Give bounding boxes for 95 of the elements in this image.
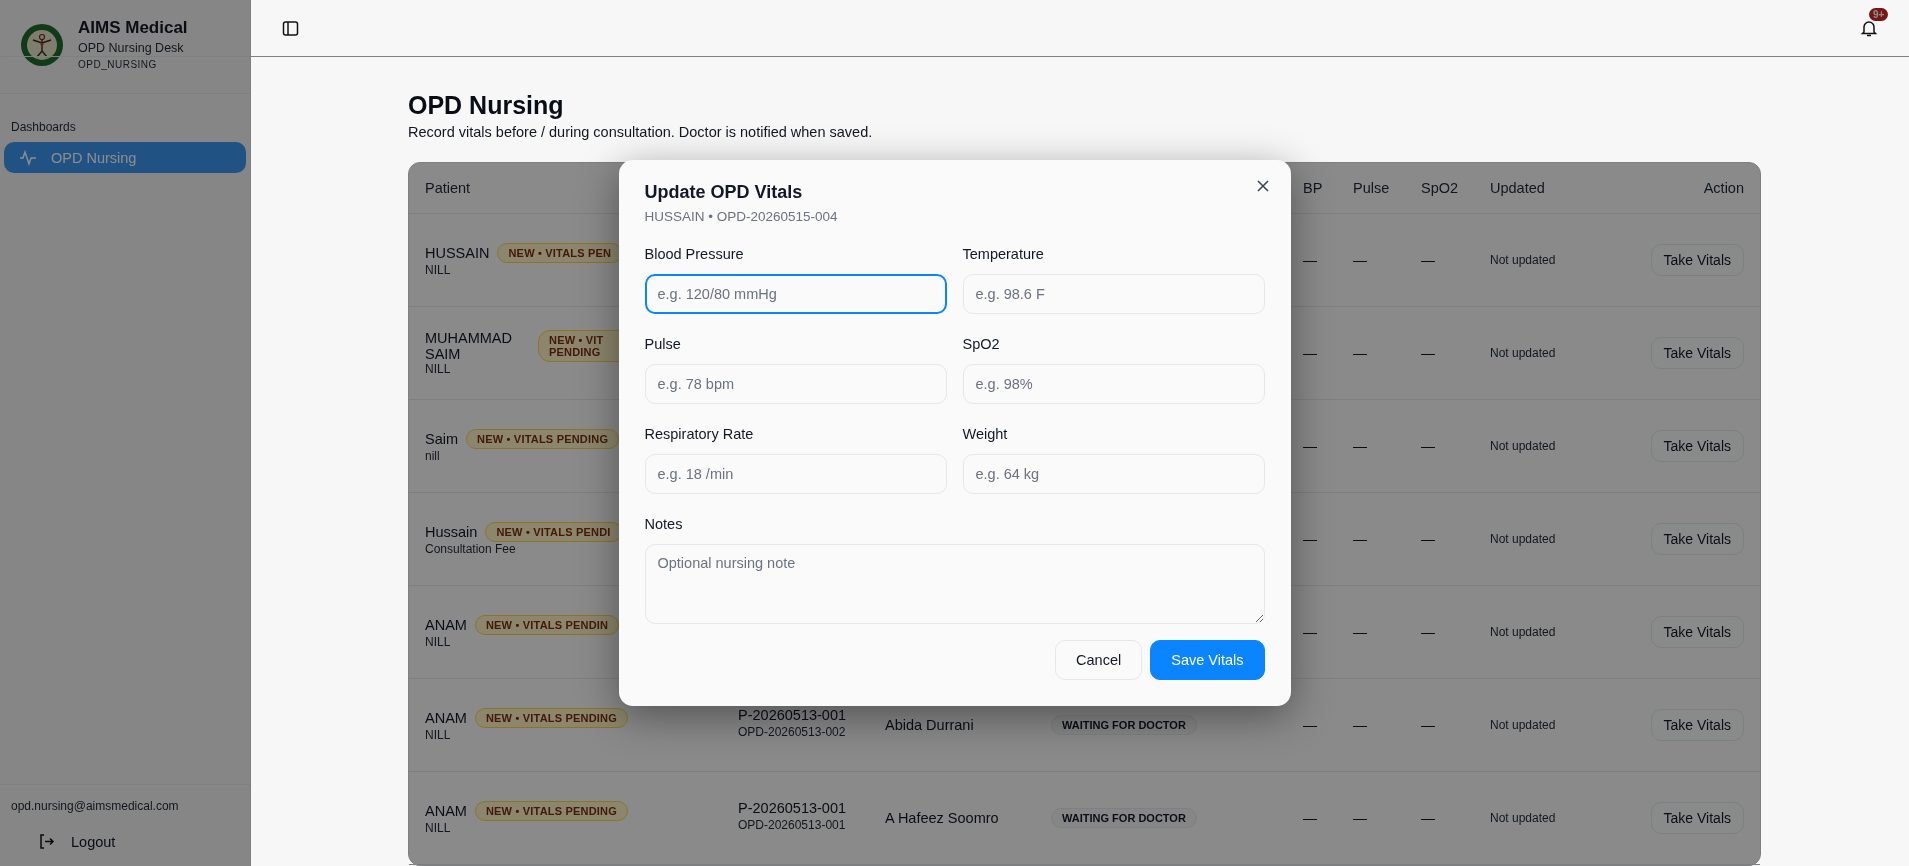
pulse-value: —	[1353, 717, 1367, 733]
status-badge: NEW • VITALS PENDING	[474, 801, 628, 821]
visit-id: OPD-20260513-001	[738, 817, 847, 835]
patient-id: P-20260513-001	[738, 707, 848, 724]
patient-name: HUSSAIN	[425, 245, 490, 261]
status-badge: NEW • VITALS PENDING	[474, 708, 628, 728]
dialog-subtitle: HUSSAIN • OPD-20260515-004	[644, 209, 839, 224]
take-vitals-button[interactable]: Take Vitals	[1650, 430, 1744, 462]
updated-time: Not updated	[1490, 625, 1556, 639]
notification-badge: 9+	[1869, 8, 1889, 21]
field-label: SpO2	[962, 336, 1001, 352]
bp-value: —	[1303, 252, 1317, 268]
column-header: Updated	[1490, 180, 1545, 196]
patient-id: P-20260513-001	[738, 800, 848, 817]
take-vitals-button[interactable]: Take Vitals	[1650, 709, 1744, 741]
pulse-value: —	[1353, 531, 1367, 547]
patient-note: Consultation Fee	[425, 542, 516, 556]
pulse-value: —	[1353, 345, 1367, 361]
column-header: Pulse	[1353, 180, 1390, 196]
patient-note: nill	[425, 449, 440, 463]
pulse-value: —	[1353, 810, 1367, 826]
bell-icon[interactable]	[1859, 18, 1879, 38]
dialog-title: Update OPD Vitals	[644, 182, 804, 203]
patient-name: ANAM	[425, 710, 467, 726]
visit-status: WAITING FOR DOCTOR	[1051, 808, 1197, 828]
take-vitals-button[interactable]: Take Vitals	[1650, 244, 1744, 276]
spo2-value: —	[1421, 717, 1435, 733]
role-label: OPD_NURSING	[78, 59, 158, 72]
field-label: Weight	[962, 426, 1009, 442]
take-vitals-button[interactable]: Take Vitals	[1650, 616, 1744, 648]
logo-icon	[20, 22, 64, 67]
logout-icon	[38, 833, 55, 850]
column-header: BP	[1303, 180, 1323, 196]
field-label: Blood Pressure	[644, 246, 745, 262]
field-label: Pulse	[644, 336, 682, 352]
app-title: AIMS Medical	[78, 18, 188, 39]
cancel-button[interactable]: Cancel	[1055, 640, 1143, 680]
page-title: OPD Nursing	[408, 91, 565, 120]
status-badge: NEW • VITALS PENDING	[466, 429, 620, 449]
app-subtitle: OPD Nursing Desk	[78, 41, 185, 57]
logout-button[interactable]: Logout	[11, 813, 239, 856]
doctor-name: A Hafeez Soomro	[885, 810, 999, 826]
spo2-value: —	[1421, 345, 1435, 361]
updated-time: Not updated	[1490, 439, 1556, 453]
spo2-value: —	[1421, 252, 1435, 268]
user-email: opd.nursing@aimsmedical.com	[11, 799, 180, 813]
page-subtitle: Record vitals before / during consultation. Doctor is notified when saved.	[408, 124, 874, 140]
patient-name: MUHAMMAD SAIM	[425, 330, 513, 362]
column-header: SpO2	[1421, 180, 1459, 196]
updated-time: Not updated	[1490, 346, 1556, 360]
field-label: Respiratory Rate	[644, 426, 755, 442]
sidebar-toggle-icon[interactable]	[282, 19, 299, 37]
patient-note: NILL	[425, 263, 451, 277]
section-label: Dashboards	[10, 119, 77, 137]
patient-name: ANAM	[425, 803, 467, 819]
updated-time: Not updated	[1490, 253, 1556, 267]
bp-value: —	[1303, 531, 1317, 547]
pulse-value: —	[1353, 624, 1367, 640]
save-button[interactable]: Save Vitals	[1150, 640, 1265, 680]
pulse-icon	[19, 148, 37, 167]
patient-note: NILL	[425, 821, 451, 835]
bp-value: —	[1303, 717, 1317, 733]
status-badge: NEW • VITALS PENDIN	[474, 615, 620, 635]
doctor-name: Abida Durrani	[885, 717, 974, 733]
bp-value: —	[1303, 810, 1317, 826]
updated-time: Not updated	[1490, 811, 1556, 825]
spo2-value: —	[1421, 624, 1435, 640]
column-header: Patient	[425, 180, 471, 196]
patient-note: NILL	[425, 362, 451, 376]
take-vitals-button[interactable]: Take Vitals	[1650, 337, 1744, 369]
visit-id: OPD-20260513-002	[738, 724, 847, 742]
spo2-value: —	[1421, 438, 1435, 454]
updated-time: Not updated	[1490, 718, 1556, 732]
take-vitals-button[interactable]: Take Vitals	[1650, 523, 1744, 555]
field-label: Notes	[644, 516, 684, 532]
field-label: Temperature	[962, 246, 1045, 262]
patient-note: NILL	[425, 728, 451, 742]
patient-name: Saim	[425, 431, 459, 447]
take-vitals-button[interactable]: Take Vitals	[1650, 802, 1744, 834]
input-field[interactable]: e.g. 120/80 mmHg	[644, 274, 947, 314]
patient-note: NILL	[425, 635, 451, 649]
bp-value: —	[1303, 624, 1317, 640]
column-header: Action	[1703, 180, 1744, 196]
pulse-value: —	[1353, 438, 1367, 454]
spo2-value: —	[1421, 531, 1435, 547]
bp-value: —	[1303, 345, 1317, 361]
patient-name: Hussain	[425, 524, 478, 540]
patient-name: ANAM	[425, 617, 467, 633]
notes-field[interactable]: Optional nursing note	[644, 544, 1265, 624]
pulse-value: —	[1353, 252, 1367, 268]
status-badge: NEW • VITALS PENDI	[485, 522, 622, 542]
spo2-value: —	[1421, 810, 1435, 826]
visit-status: WAITING FOR DOCTOR	[1051, 715, 1197, 735]
updated-time: Not updated	[1490, 532, 1556, 546]
bp-value: —	[1303, 438, 1317, 454]
